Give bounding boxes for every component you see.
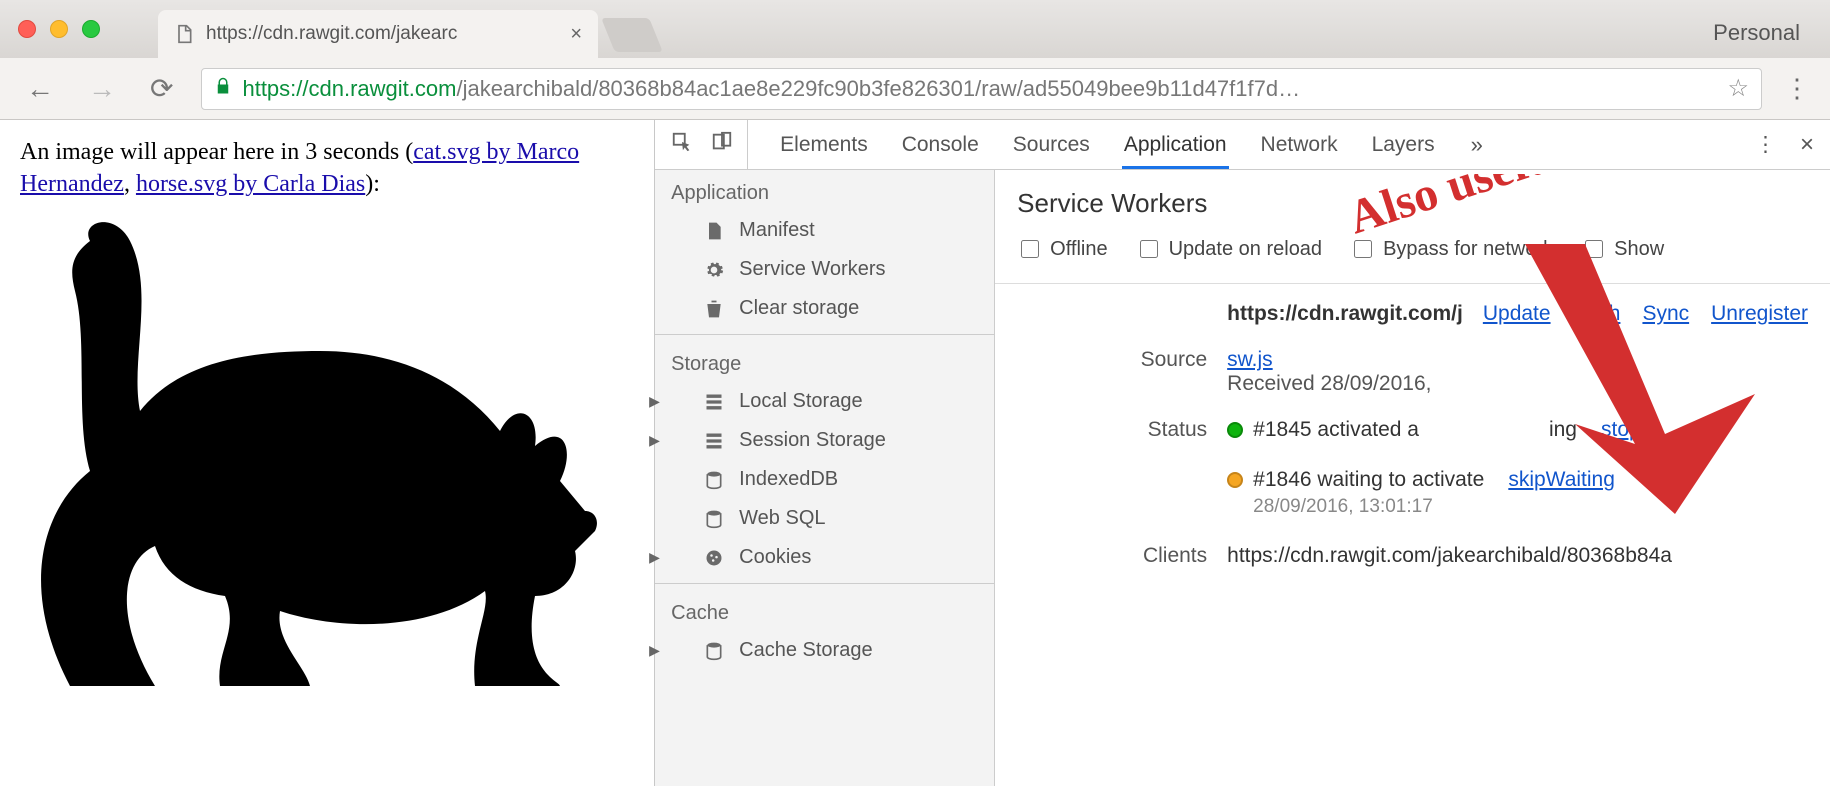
cat-image xyxy=(20,211,630,691)
clients-label: Clients xyxy=(1017,544,1227,568)
tab-title: https://cdn.rawgit.com/jakearc xyxy=(206,23,457,45)
panel-title: Service Workers xyxy=(1017,188,1808,219)
sidebar-item-manifest[interactable]: Manifest xyxy=(655,211,994,250)
lock-icon xyxy=(214,77,232,101)
profile-label[interactable]: Personal xyxy=(1713,20,1800,46)
sidebar-item-session-storage[interactable]: ▶ Session Storage xyxy=(655,421,994,460)
update-link[interactable]: Update xyxy=(1483,302,1551,326)
database-icon xyxy=(703,641,725,661)
tabs-overflow-button[interactable]: » xyxy=(1471,132,1483,158)
browser-menu-button[interactable]: ⋮ xyxy=(1784,73,1810,104)
url-host: ://cdn.rawgit.com xyxy=(290,76,456,102)
bypass-network-checkbox[interactable]: Bypass for network xyxy=(1350,237,1553,261)
sidebar-section-application: Application xyxy=(655,170,994,211)
table-icon xyxy=(703,392,725,412)
sidebar-item-service-workers[interactable]: Service Workers xyxy=(655,250,994,289)
status-dot-active-icon xyxy=(1227,422,1243,438)
status-active-text: #1845 activated a xyxy=(1253,418,1419,442)
back-button[interactable]: ← xyxy=(20,72,60,106)
file-icon xyxy=(703,221,725,241)
source-received: Received 28/09/2016, xyxy=(1227,372,1808,396)
sidebar-item-cache-storage[interactable]: ▶ Cache Storage xyxy=(655,631,994,670)
status-label: Status xyxy=(1017,418,1227,518)
devtools-close-button[interactable]: × xyxy=(1800,131,1814,159)
close-window-button[interactable] xyxy=(18,20,36,38)
tab-application[interactable]: Application xyxy=(1122,121,1229,169)
titlebar: https://cdn.rawgit.com/jakearc × Persona… xyxy=(0,0,1830,58)
browser-toolbar: ← → ⟳ https://cdn.rawgit.com/jakearchiba… xyxy=(0,58,1830,120)
url-path: /jakearchibald/80368b84ac1ae8e229fc90b3f… xyxy=(456,76,1300,102)
devtools-menu-button[interactable]: ⋮ xyxy=(1755,132,1776,157)
inspect-element-icon[interactable] xyxy=(671,131,693,159)
tab-network[interactable]: Network xyxy=(1259,121,1340,169)
url-protocol: https xyxy=(242,76,290,102)
tab-elements[interactable]: Elements xyxy=(778,121,870,169)
source-label: Source xyxy=(1017,348,1227,396)
status-dot-waiting-icon xyxy=(1227,472,1243,488)
cookie-icon xyxy=(703,548,725,568)
forward-button: → xyxy=(82,72,122,106)
tab-sources[interactable]: Sources xyxy=(1011,121,1092,169)
offline-checkbox[interactable]: Offline xyxy=(1017,237,1107,261)
expand-arrow-icon[interactable]: ▶ xyxy=(655,393,660,410)
clients-value: https://cdn.rawgit.com/jakearchibald/803… xyxy=(1227,544,1808,568)
status-waiting-timestamp: 28/09/2016, 13:01:17 xyxy=(1227,496,1808,518)
sidebar-item-clear-storage[interactable]: Clear storage xyxy=(655,289,994,328)
table-icon xyxy=(703,431,725,451)
database-icon xyxy=(703,509,725,529)
trash-icon xyxy=(703,299,725,319)
update-on-reload-checkbox[interactable]: Update on reload xyxy=(1136,237,1322,261)
skipwaiting-link[interactable]: skipWaiting xyxy=(1508,468,1615,492)
sidebar-item-web-sql[interactable]: Web SQL xyxy=(655,499,994,538)
sidebar-section-cache: Cache xyxy=(655,590,994,631)
address-bar[interactable]: https://cdn.rawgit.com/jakearchibald/803… xyxy=(201,68,1762,110)
devtools-panel: Elements Console Sources Application Net… xyxy=(654,120,1830,786)
tab-console[interactable]: Console xyxy=(900,121,981,169)
stop-link[interactable]: stop xyxy=(1601,418,1641,442)
link-horse-svg[interactable]: horse.svg by Carla Dias xyxy=(136,171,365,197)
devtools-tabbar: Elements Console Sources Application Net… xyxy=(655,120,1830,170)
show-checkbox[interactable]: Show xyxy=(1581,237,1664,261)
application-sidebar: Application Manifest Service Workers Cle… xyxy=(655,170,995,786)
database-icon xyxy=(703,470,725,490)
unregister-link[interactable]: Unregister xyxy=(1711,302,1808,326)
page-text: An image will appear here in 3 seconds ( xyxy=(20,139,413,165)
file-icon xyxy=(174,23,194,45)
close-tab-button[interactable]: × xyxy=(570,23,582,46)
sidebar-item-local-storage[interactable]: ▶ Local Storage xyxy=(655,382,994,421)
source-link[interactable]: sw.js xyxy=(1227,348,1273,371)
sw-options-row: Offline Update on reload Bypass for netw… xyxy=(1017,237,1808,261)
push-link[interactable]: Push xyxy=(1573,302,1621,326)
window-controls xyxy=(18,20,100,38)
sidebar-section-storage: Storage xyxy=(655,341,994,382)
gear-icon xyxy=(703,260,725,280)
sw-scope: https://cdn.rawgit.com/j xyxy=(1227,302,1463,326)
tab-layers[interactable]: Layers xyxy=(1370,121,1437,169)
content-area: An image will appear here in 3 seconds (… xyxy=(0,120,1830,786)
status-waiting-text: #1846 waiting to activate xyxy=(1253,468,1484,492)
sync-link[interactable]: Sync xyxy=(1642,302,1689,326)
expand-arrow-icon[interactable]: ▶ xyxy=(655,549,660,566)
device-toolbar-icon[interactable] xyxy=(711,131,733,159)
new-tab-button[interactable] xyxy=(601,18,663,52)
bookmark-star-icon[interactable]: ☆ xyxy=(1727,74,1749,103)
page-viewport: An image will appear here in 3 seconds (… xyxy=(0,120,654,786)
reload-button[interactable]: ⟳ xyxy=(144,71,179,106)
service-workers-panel: Service Workers Offline Update on reload… xyxy=(995,170,1830,786)
browser-tab[interactable]: https://cdn.rawgit.com/jakearc × xyxy=(158,10,598,58)
expand-arrow-icon[interactable]: ▶ xyxy=(655,642,660,659)
expand-arrow-icon[interactable]: ▶ xyxy=(655,432,660,449)
sidebar-item-cookies[interactable]: ▶ Cookies xyxy=(655,538,994,577)
minimize-window-button[interactable] xyxy=(50,20,68,38)
sidebar-item-indexeddb[interactable]: IndexedDB xyxy=(655,460,994,499)
maximize-window-button[interactable] xyxy=(82,20,100,38)
